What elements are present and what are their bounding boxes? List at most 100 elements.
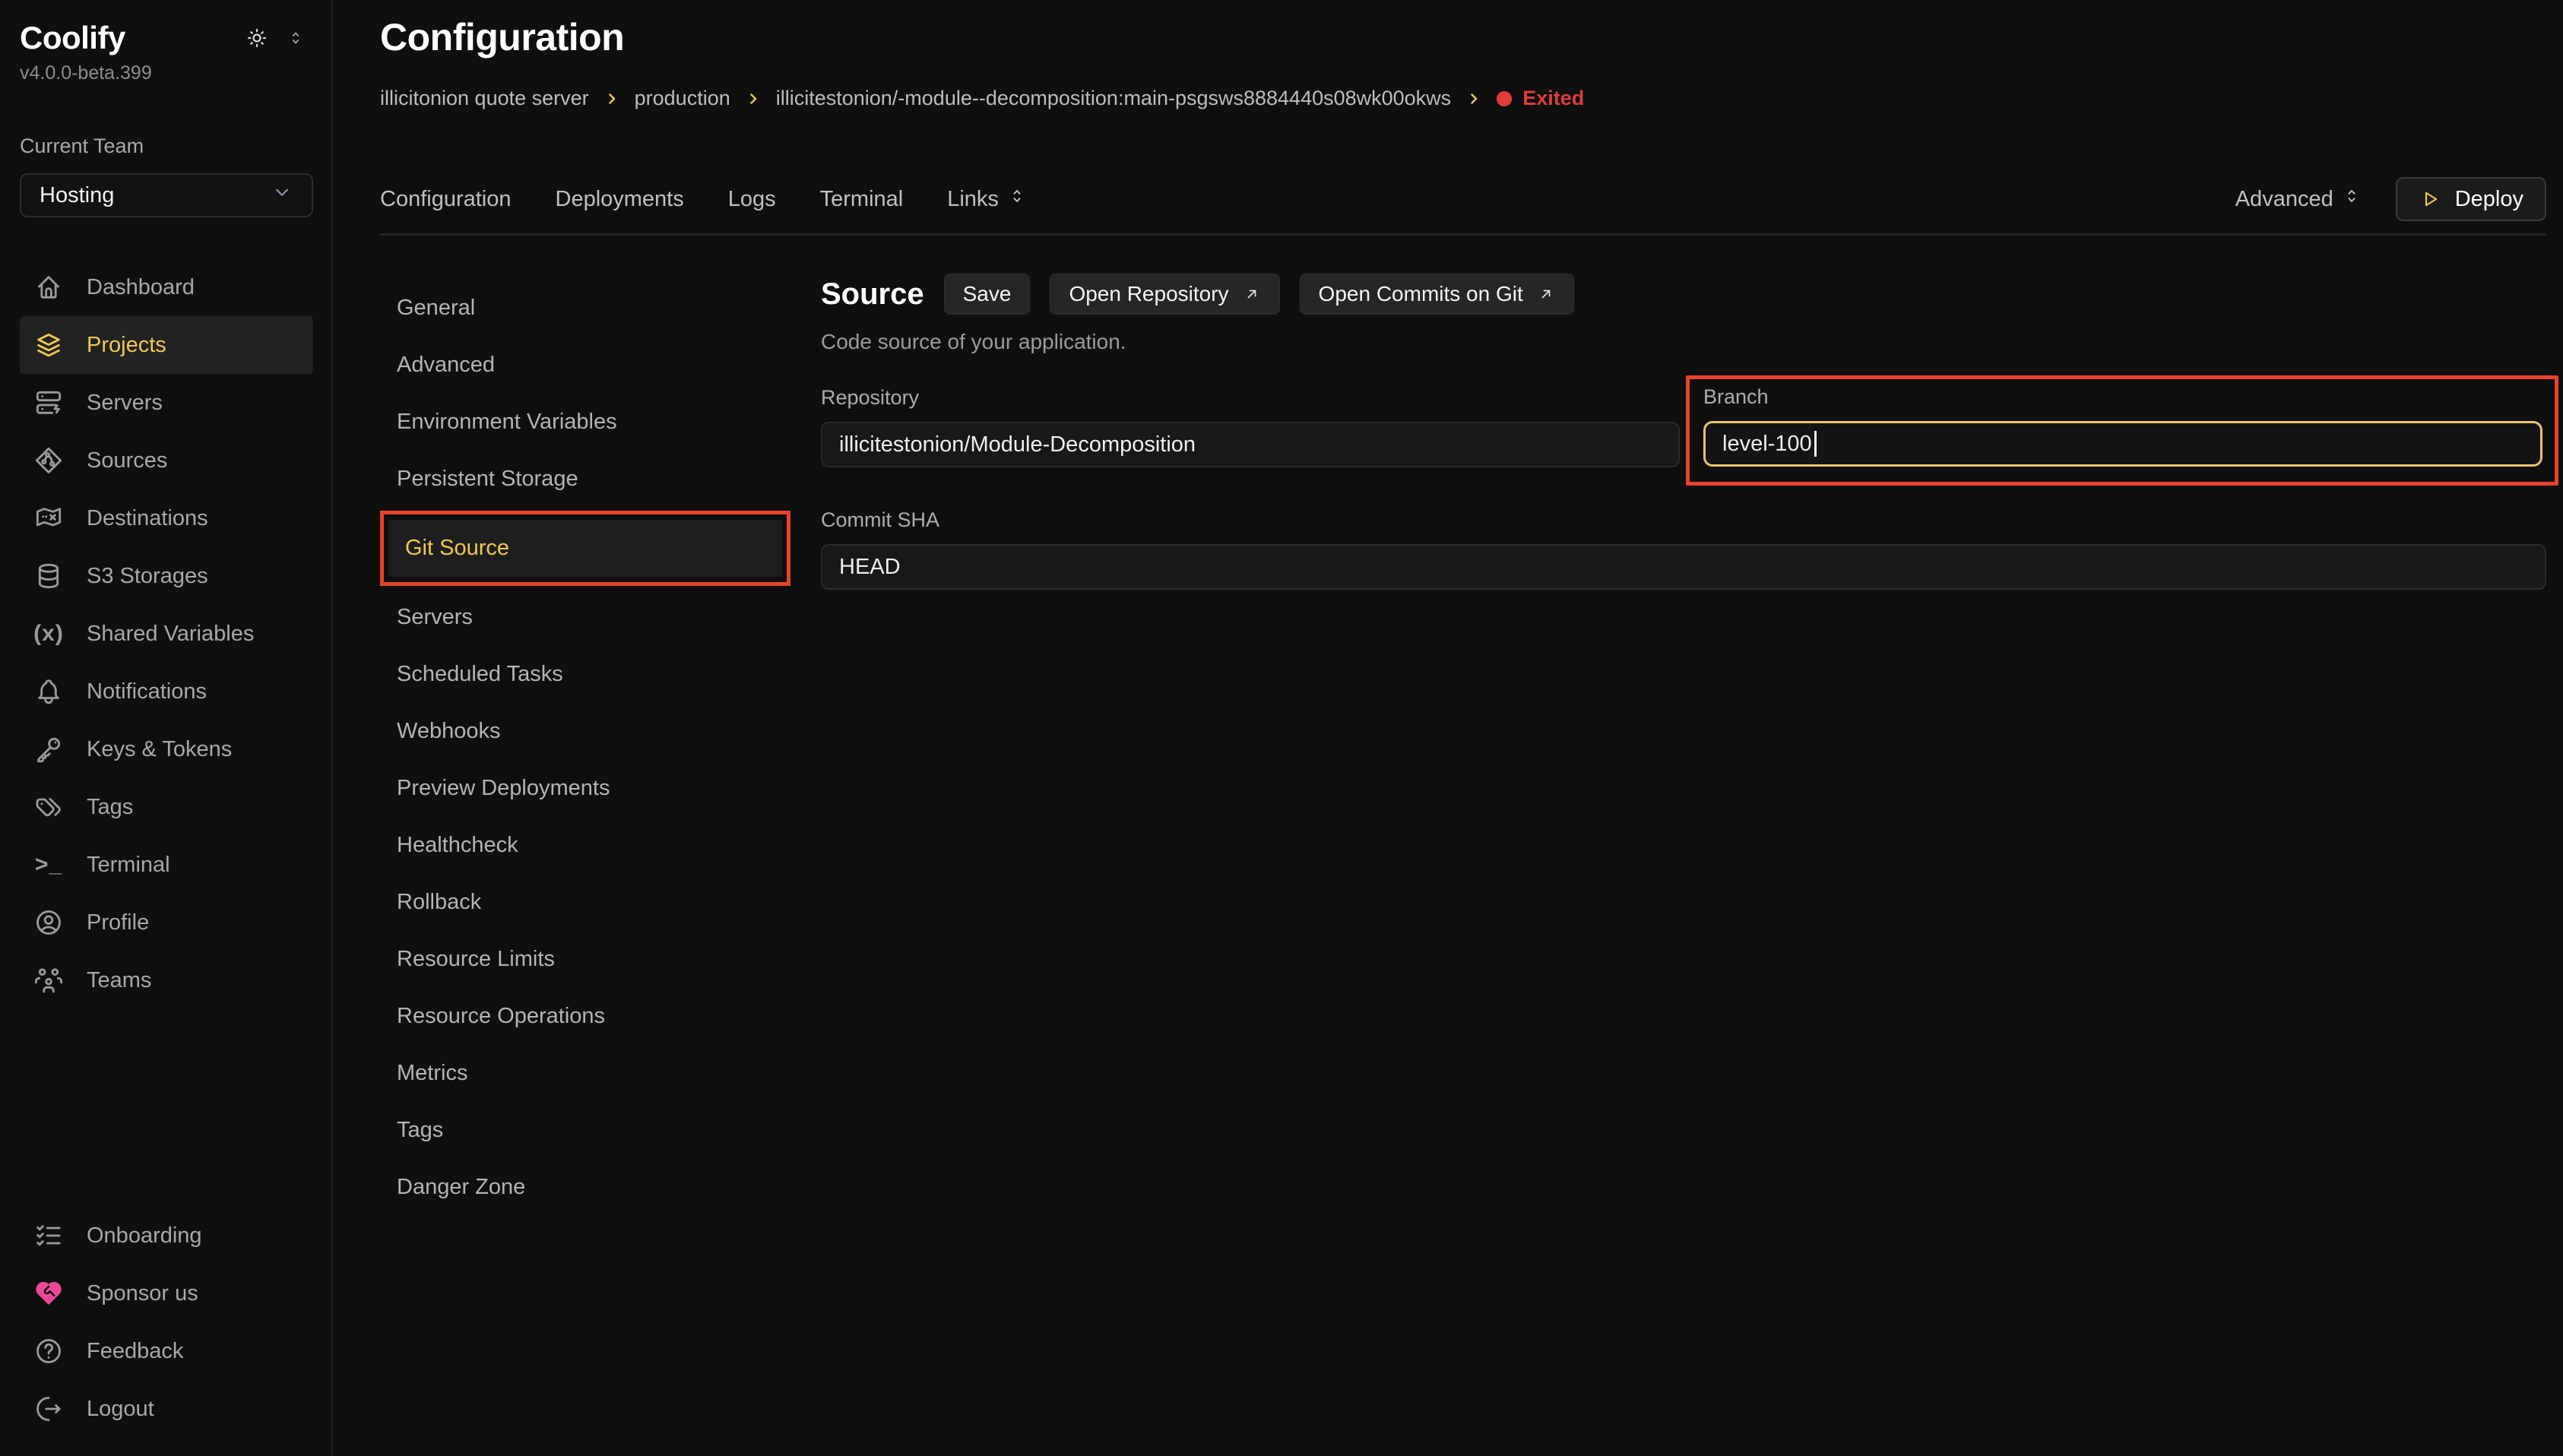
sidebar-item-profile[interactable]: Profile (20, 894, 313, 951)
main-area: Configuration illicitonion quote server p… (333, 0, 2563, 1456)
advanced-dropdown[interactable]: Advanced (2235, 185, 2362, 213)
sidebar-item-keys-tokens[interactable]: Keys & Tokens (20, 720, 313, 778)
tabs: Configuration Deployments Logs Terminal Link… (380, 185, 1028, 213)
sidebar-item-tags[interactable]: Tags (20, 778, 313, 836)
sidebar: Coolify v4.0.0-beta.399 Current Team Hos… (0, 0, 333, 1456)
text-caret (1814, 431, 1817, 457)
commit-sha-input[interactable]: HEAD (821, 544, 2546, 590)
coolify-app: Coolify v4.0.0-beta.399 Current Team Hos… (0, 0, 2563, 1456)
open-repository-button[interactable]: Open Repository (1050, 274, 1279, 315)
annotation-box-git-source: Git Source (380, 511, 790, 586)
paren-x-icon: (x) (33, 619, 64, 649)
key-icon (33, 734, 64, 764)
tab-deployments[interactable]: Deployments (556, 187, 684, 212)
chevron-right-icon (603, 90, 621, 108)
subnav-item-preview-deployments[interactable]: Preview Deployments (380, 760, 790, 817)
external-link-icon (1537, 285, 1555, 303)
subnav-item-webhooks[interactable]: Webhooks (380, 703, 790, 760)
git-source-icon (33, 445, 64, 476)
tab-configuration[interactable]: Configuration (380, 187, 512, 212)
subnav-item-git-source[interactable]: Git Source (388, 520, 782, 577)
sidebar-header: Coolify (20, 20, 313, 56)
subnav-item-servers[interactable]: Servers (380, 589, 790, 646)
breadcrumb-item[interactable]: illicitestonion/-module--decomposition:m… (776, 87, 1451, 110)
stack-icon (33, 330, 64, 360)
repository-label: Repository (821, 386, 1680, 410)
commit-sha-field: Commit SHA HEAD (821, 508, 2546, 590)
status-label: Exited (1522, 87, 1584, 110)
status-dot-icon (1497, 91, 1512, 106)
sidebar-item-feedback[interactable]: Feedback (20, 1322, 313, 1380)
sidebar-item-shared-variables[interactable]: (x)Shared Variables (20, 605, 313, 663)
branch-input[interactable]: level-100 (1703, 421, 2542, 467)
source-heading: Source (821, 277, 924, 312)
sidebar-item-sponsor-us[interactable]: Sponsor us (20, 1265, 313, 1322)
chevron-right-icon (744, 90, 762, 108)
source-form: Repository illicitestonion/Module-Decomp… (821, 386, 2546, 590)
subnav-item-tags[interactable]: Tags (380, 1102, 790, 1159)
subnav-item-rollback[interactable]: Rollback (380, 874, 790, 931)
sun-icon[interactable] (245, 26, 269, 54)
subnav-item-environment-variables[interactable]: Environment Variables (380, 394, 790, 451)
selector-icon[interactable] (286, 28, 306, 52)
terminal-icon: >_ (33, 850, 64, 880)
sidebar-item-dashboard[interactable]: Dashboard (20, 258, 313, 316)
chevron-right-icon (1465, 90, 1483, 108)
subnav-item-general[interactable]: General (380, 280, 790, 337)
sidebar-item-terminal[interactable]: >_Terminal (20, 836, 313, 894)
page-title: Configuration (380, 15, 2546, 59)
tab-links[interactable]: Links (947, 185, 1028, 213)
database-icon (33, 561, 64, 591)
deploy-label: Deploy (2455, 187, 2523, 212)
tab-logs[interactable]: Logs (728, 187, 776, 212)
deploy-button[interactable]: Deploy (2396, 177, 2546, 221)
repository-input[interactable]: illicitestonion/Module-Decomposition (821, 422, 1680, 467)
tab-actions: Advanced Deploy (2235, 177, 2546, 221)
team-select[interactable]: Hosting (20, 173, 313, 217)
logout-icon (33, 1394, 64, 1424)
sidebar-item-notifications[interactable]: Notifications (20, 663, 313, 720)
breadcrumb-item[interactable]: illicitonion quote server (380, 87, 589, 110)
users-icon (33, 965, 64, 995)
play-icon (2419, 188, 2441, 210)
open-commits-button[interactable]: Open Commits on Git (1300, 274, 1574, 315)
branch-field: Branch level-100 (1703, 385, 2542, 467)
sidebar-item-sources[interactable]: Sources (20, 432, 313, 489)
sidebar-footer-nav: OnboardingSponsor usFeedbackLogout (20, 1207, 313, 1438)
subnav-item-persistent-storage[interactable]: Persistent Storage (380, 451, 790, 508)
repository-field: Repository illicitestonion/Module-Decomp… (821, 386, 1680, 486)
sidebar-nav: DashboardProjectsServersSourcesDestinati… (20, 258, 313, 1009)
help-circle-icon (33, 1336, 64, 1366)
save-button[interactable]: Save (944, 274, 1031, 315)
sidebar-item-logout[interactable]: Logout (20, 1380, 313, 1438)
user-circle-icon (33, 907, 64, 938)
subnav-item-resource-limits[interactable]: Resource Limits (380, 931, 790, 988)
server-icon (33, 388, 64, 418)
subnav-item-resource-operations[interactable]: Resource Operations (380, 988, 790, 1045)
source-header: Source Save Open Repository Open Commits… (821, 274, 2546, 315)
sidebar-item-teams[interactable]: Teams (20, 951, 313, 1009)
breadcrumb-item[interactable]: production (635, 87, 730, 110)
subnav-item-healthcheck[interactable]: Healthcheck (380, 817, 790, 874)
sidebar-item-projects[interactable]: Projects (20, 316, 313, 374)
configuration-content: GeneralAdvancedEnvironment VariablesPers… (380, 236, 2546, 1456)
breadcrumb: illicitonion quote server production illic… (380, 87, 2546, 110)
annotation-box-branch: Branch level-100 (1686, 375, 2558, 486)
sidebar-item-onboarding[interactable]: Onboarding (20, 1207, 313, 1265)
heart-icon (33, 1278, 64, 1309)
subnav-item-scheduled-tasks[interactable]: Scheduled Tasks (380, 646, 790, 703)
subnav-item-metrics[interactable]: Metrics (380, 1045, 790, 1102)
team-select-value: Hosting (40, 183, 114, 208)
app-version: v4.0.0-beta.399 (20, 62, 313, 84)
subnav-item-danger-zone[interactable]: Danger Zone (380, 1159, 790, 1216)
sidebar-item-s3-storages[interactable]: S3 Storages (20, 547, 313, 605)
current-team-label: Current Team (20, 135, 313, 158)
external-link-icon (1243, 285, 1261, 303)
chevron-down-icon (271, 181, 293, 210)
app-logo[interactable]: Coolify (20, 20, 125, 56)
sidebar-item-destinations[interactable]: Destinations (20, 489, 313, 547)
subnav-item-advanced[interactable]: Advanced (380, 337, 790, 394)
commit-sha-label: Commit SHA (821, 508, 2546, 532)
sidebar-item-servers[interactable]: Servers (20, 374, 313, 432)
tab-terminal[interactable]: Terminal (820, 187, 904, 212)
